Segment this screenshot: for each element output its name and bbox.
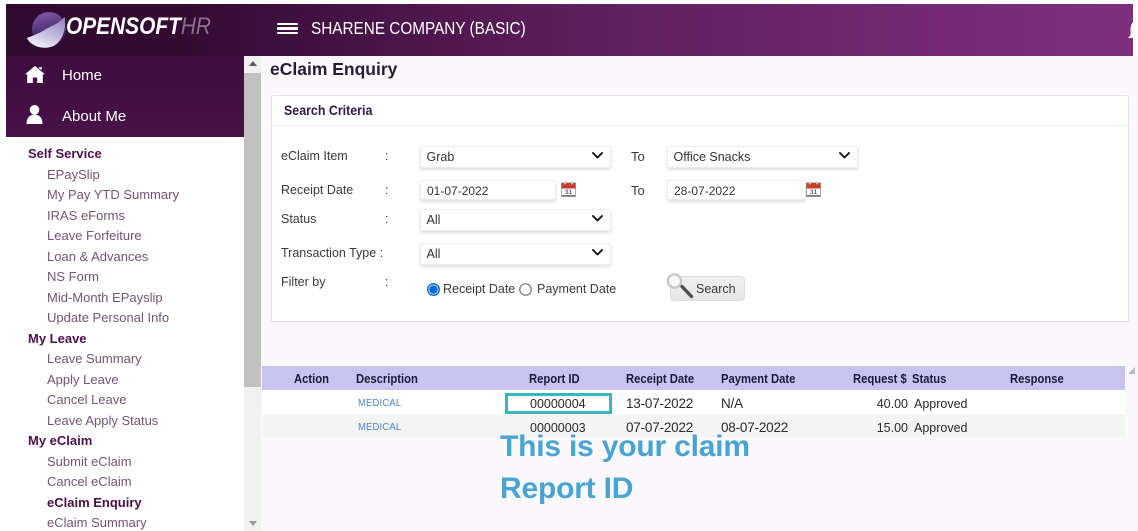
svg-text:31: 31 <box>565 189 573 196</box>
svg-text:31: 31 <box>810 189 818 196</box>
